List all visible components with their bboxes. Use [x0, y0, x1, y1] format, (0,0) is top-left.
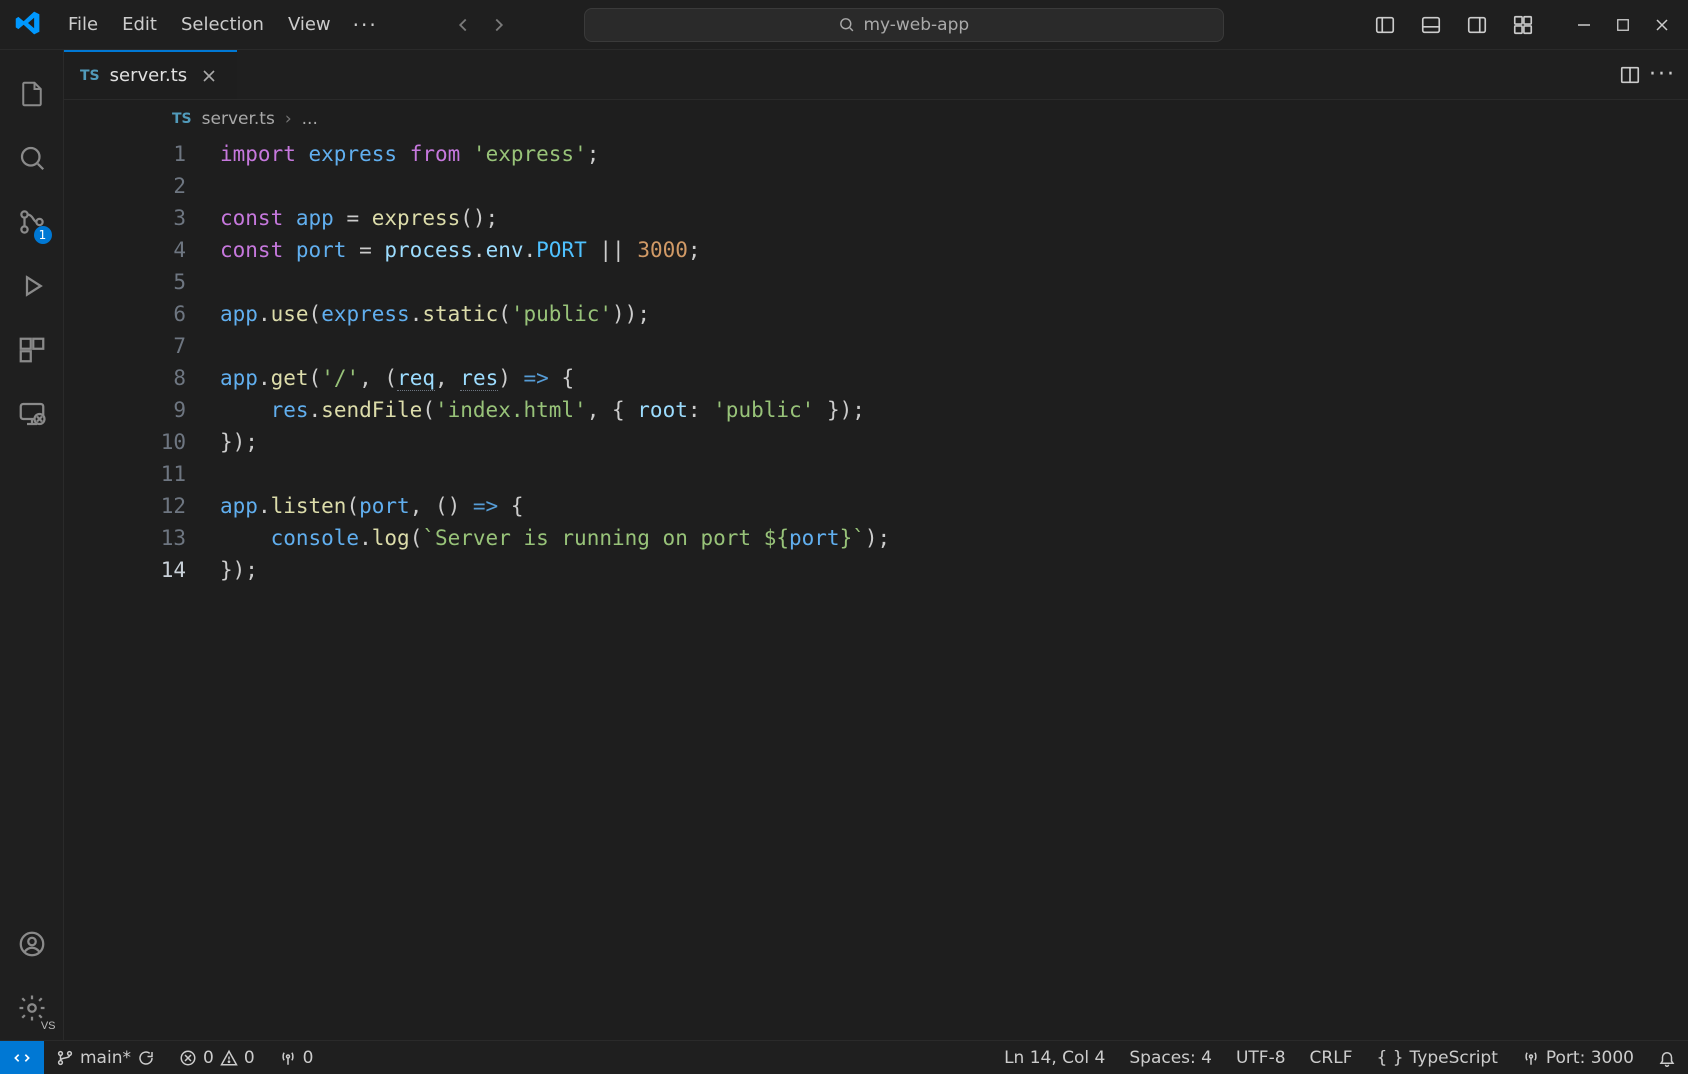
menu-view[interactable]: View — [276, 8, 343, 41]
status-ports-forwarded[interactable]: 0 — [267, 1048, 326, 1068]
breadcrumb-more: ... — [302, 109, 318, 129]
code-line[interactable] — [220, 170, 1688, 202]
title-bar: FileEditSelectionView ··· my-web-app — [0, 0, 1688, 50]
bell-icon — [1658, 1049, 1676, 1067]
tab-bar: TS server.ts ··· — [64, 50, 1688, 100]
status-branch-name: main* — [80, 1048, 131, 1068]
status-notifications-icon[interactable] — [1646, 1049, 1688, 1067]
window-minimize-icon[interactable] — [1566, 11, 1602, 39]
code-line[interactable]: res.sendFile('index.html', { root: 'publ… — [220, 394, 1688, 426]
status-ports-count: 0 — [303, 1048, 314, 1068]
status-errors-count: 0 — [203, 1048, 214, 1068]
activity-settings-icon[interactable]: VS — [0, 976, 64, 1040]
status-branch[interactable]: main* — [44, 1048, 167, 1068]
radio-tower-icon — [1522, 1049, 1540, 1067]
line-number: 11 — [64, 458, 186, 490]
line-number: 4 — [64, 234, 186, 266]
line-number: 7 — [64, 330, 186, 362]
line-number: 1 — [64, 138, 186, 170]
layout-sidebar-right-icon[interactable] — [1456, 8, 1498, 42]
chevron-right-icon: › — [285, 109, 292, 129]
menu-file[interactable]: File — [56, 8, 110, 41]
remote-indicator-icon[interactable] — [0, 1041, 44, 1074]
code-line[interactable]: console.log(`Server is running on port $… — [220, 522, 1688, 554]
code-line[interactable] — [220, 266, 1688, 298]
code-line[interactable]: }); — [220, 426, 1688, 458]
breadcrumb[interactable]: TS server.ts › ... — [64, 100, 1688, 138]
status-problems[interactable]: 0 0 — [167, 1048, 267, 1068]
main-menu: FileEditSelectionView — [56, 8, 343, 41]
line-number: 5 — [64, 266, 186, 298]
breadcrumb-file: server.ts — [202, 109, 275, 129]
line-number: 2 — [64, 170, 186, 202]
nav-back-icon[interactable] — [448, 10, 478, 40]
line-number: 12 — [64, 490, 186, 522]
typescript-file-icon: TS — [80, 68, 100, 84]
tab-server-ts[interactable]: TS server.ts — [64, 50, 237, 99]
status-eol[interactable]: CRLF — [1298, 1048, 1365, 1068]
tab-filename: server.ts — [110, 65, 187, 86]
line-number: 9 — [64, 394, 186, 426]
status-port[interactable]: Port: 3000 — [1510, 1048, 1646, 1068]
status-warnings-count: 0 — [244, 1048, 255, 1068]
line-number: 6 — [64, 298, 186, 330]
window-maximize-icon[interactable] — [1606, 12, 1640, 38]
code-line[interactable]: }); — [220, 554, 1688, 586]
code-line[interactable]: const app = express(); — [220, 202, 1688, 234]
code-editor[interactable]: 1234567891011121314 import express from … — [64, 138, 1688, 1040]
layout-panel-icon[interactable] — [1410, 8, 1452, 42]
line-number: 3 — [64, 202, 186, 234]
activity-remote-explorer-icon[interactable] — [0, 382, 64, 446]
customize-layout-icon[interactable] — [1502, 8, 1544, 42]
layout-sidebar-left-icon[interactable] — [1364, 8, 1406, 42]
search-placeholder: my-web-app — [863, 15, 969, 35]
window-close-icon[interactable] — [1644, 11, 1680, 39]
search-icon — [838, 16, 855, 33]
tab-close-icon[interactable] — [197, 66, 221, 86]
line-number-gutter: 1234567891011121314 — [64, 138, 214, 1040]
typescript-file-icon: TS — [172, 111, 192, 127]
line-number: 13 — [64, 522, 186, 554]
code-line[interactable]: const port = process.env.PORT || 3000; — [220, 234, 1688, 266]
status-language-mode[interactable]: { } TypeScript — [1364, 1048, 1509, 1068]
radio-tower-icon — [279, 1049, 297, 1067]
status-bar: main* 0 0 0 Ln 14, Col 4 Spaces: 4 UTF-8… — [0, 1040, 1688, 1074]
code-line[interactable]: app.get('/', (req, res) => { — [220, 362, 1688, 394]
activity-extensions-icon[interactable] — [0, 318, 64, 382]
activity-run-debug-icon[interactable] — [0, 254, 64, 318]
code-line[interactable] — [220, 330, 1688, 362]
status-cursor-position[interactable]: Ln 14, Col 4 — [992, 1048, 1117, 1068]
activity-source-control-icon[interactable]: 1 — [0, 190, 64, 254]
activity-accounts-icon[interactable] — [0, 912, 64, 976]
activity-search-icon[interactable] — [0, 126, 64, 190]
menu-overflow-icon[interactable]: ··· — [343, 9, 388, 41]
activity-explorer-icon[interactable] — [0, 62, 64, 126]
code-content[interactable]: import express from 'express'; const app … — [214, 138, 1688, 1040]
command-center-search[interactable]: my-web-app — [584, 8, 1224, 42]
code-line[interactable] — [220, 458, 1688, 490]
code-line[interactable]: app.use(express.static('public')); — [220, 298, 1688, 330]
activity-bar: 1 VS — [0, 50, 64, 1040]
nav-forward-icon[interactable] — [484, 10, 514, 40]
menu-edit[interactable]: Edit — [110, 8, 169, 41]
braces-icon: { } — [1376, 1048, 1403, 1068]
line-number: 14 — [64, 554, 186, 586]
line-number: 10 — [64, 426, 186, 458]
vscode-logo-icon — [14, 9, 46, 41]
code-line[interactable]: app.listen(port, () => { — [220, 490, 1688, 522]
git-branch-icon — [56, 1049, 74, 1067]
editor-more-actions-icon[interactable]: ··· — [1649, 62, 1676, 87]
status-indentation[interactable]: Spaces: 4 — [1117, 1048, 1224, 1068]
code-line[interactable]: import express from 'express'; — [220, 138, 1688, 170]
scm-badge: 1 — [34, 226, 52, 244]
error-icon — [179, 1049, 197, 1067]
warning-icon — [220, 1049, 238, 1067]
line-number: 8 — [64, 362, 186, 394]
sync-icon[interactable] — [137, 1049, 155, 1067]
menu-selection[interactable]: Selection — [169, 8, 276, 41]
status-encoding[interactable]: UTF-8 — [1224, 1048, 1298, 1068]
split-editor-icon[interactable] — [1619, 64, 1641, 86]
